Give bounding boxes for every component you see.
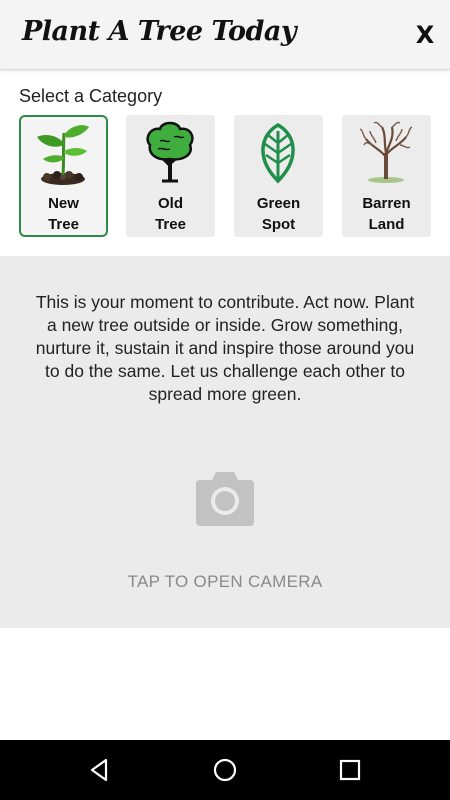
description-text: This is your moment to contribute. Act n…	[35, 292, 415, 404]
category-green-spot[interactable]: Green Spot	[234, 115, 323, 237]
category-label: New Tree	[48, 195, 79, 233]
category-old-tree[interactable]: Old Tree	[126, 115, 215, 237]
category-selector: New Tree Old Tree Green Spot Barren Land	[19, 115, 431, 237]
capture-panel[interactable]: This is your moment to contribute. Act n…	[0, 256, 450, 628]
app-header: Plant A Tree Today X	[0, 0, 450, 70]
home-icon[interactable]	[211, 756, 239, 784]
bare-tree-icon	[359, 121, 413, 183]
leaf-icon	[261, 122, 295, 184]
tree-icon	[146, 121, 194, 183]
category-new-tree[interactable]: New Tree	[19, 115, 108, 237]
camera-icon[interactable]	[192, 470, 258, 528]
sprout-icon	[37, 125, 89, 185]
back-icon[interactable]	[86, 756, 114, 784]
category-label: Old Tree	[155, 195, 186, 233]
recents-icon[interactable]	[336, 756, 364, 784]
close-button[interactable]: X	[412, 20, 438, 50]
page-title: Plant A Tree Today	[22, 16, 297, 47]
category-label: Green Spot	[256, 195, 301, 233]
open-camera-button[interactable]: TAP TO OPEN CAMERA	[0, 572, 450, 592]
category-heading: Select a Category	[19, 86, 163, 106]
category-label: Barren Land	[362, 195, 411, 233]
system-nav-bar	[0, 740, 450, 800]
category-barren-land[interactable]: Barren Land	[342, 115, 431, 237]
